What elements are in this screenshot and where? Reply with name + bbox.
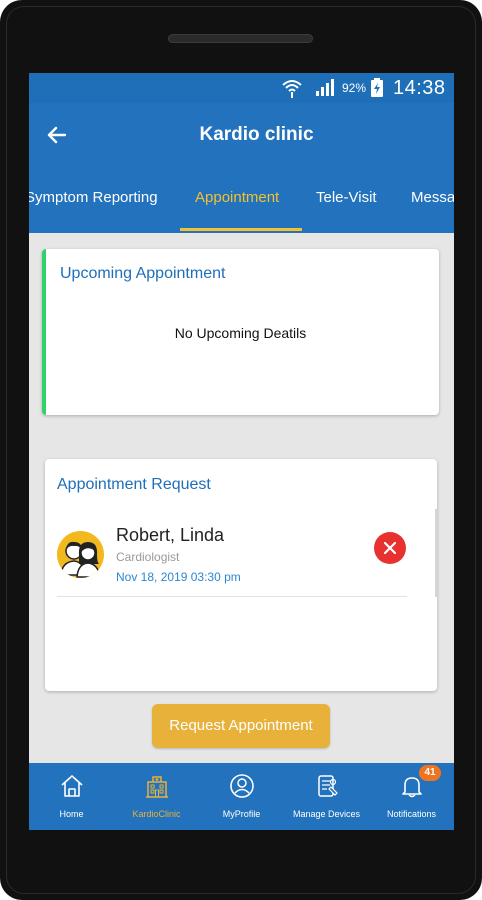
tab-messages[interactable]: Messa — [411, 189, 454, 206]
nav-kardioclinic[interactable]: KardioClinic — [114, 763, 199, 830]
tab-appointment[interactable]: Appointment — [195, 189, 279, 206]
battery-percent: 92% — [342, 81, 367, 95]
active-tab-indicator — [180, 228, 302, 231]
row-divider — [57, 596, 407, 597]
tab-tele-visit[interactable]: Tele-Visit — [316, 189, 377, 206]
doctor-name: Robert, Linda — [116, 525, 225, 545]
tab-bar: Symptom Reporting Appointment Tele-Visit… — [29, 167, 454, 233]
nav-notifications-label: Notifications — [386, 809, 437, 819]
app-bar: Kardio clinic — [29, 103, 454, 167]
tab-symptom-reporting[interactable]: Symptom Reporting — [29, 189, 158, 206]
request-title: Appointment Request — [57, 476, 211, 493]
wifi-icon — [282, 80, 302, 98]
status-bar: 92% 14:38 — [29, 73, 454, 103]
nav-myprofile-label: MyProfile — [222, 809, 261, 819]
app-screen: 92% 14:38 Kardio clinic Symptom Reportin… — [29, 73, 454, 830]
bottom-nav: Home KardioClinic MyProfile Manage Devic… — [29, 763, 454, 830]
nav-home-label: Home — [59, 809, 84, 819]
request-appointment-button[interactable]: Request Appointment — [152, 704, 330, 748]
notification-count-badge: 41 — [419, 765, 441, 781]
card-scroll-edge — [435, 509, 437, 597]
close-icon — [383, 541, 397, 555]
doctor-role: Cardiologist — [116, 550, 180, 564]
nav-myprofile[interactable]: MyProfile — [199, 763, 284, 830]
upcoming-appointment-card: Upcoming Appointment No Upcoming Deatils — [42, 249, 439, 415]
profile-icon — [230, 774, 254, 798]
devices-icon — [318, 775, 338, 797]
battery-icon — [371, 78, 383, 97]
avatar — [57, 531, 104, 578]
cancel-request-button[interactable] — [374, 532, 406, 564]
clock: 14:38 — [393, 77, 446, 99]
phone-frame: 92% 14:38 Kardio clinic Symptom Reportin… — [0, 0, 482, 900]
doctors-avatar-icon — [60, 541, 101, 578]
clinic-icon — [146, 776, 168, 798]
home-icon — [61, 775, 83, 797]
nav-kardioclinic-label: KardioClinic — [132, 809, 181, 819]
nav-manage-devices[interactable]: Manage Devices — [284, 763, 369, 830]
nav-notifications[interactable]: Notifications — [369, 763, 454, 830]
page-title: Kardio clinic — [199, 124, 314, 145]
appointment-request-card: Appointment Request Robert, Linda Cardio… — [45, 459, 437, 691]
no-upcoming-message: No Upcoming Deatils — [174, 325, 307, 341]
nav-home[interactable]: Home — [29, 763, 114, 830]
upcoming-title: Upcoming Appointment — [60, 265, 226, 282]
signal-icon — [316, 79, 334, 96]
appointment-datetime: Nov 18, 2019 03:30 pm — [116, 570, 241, 584]
nav-manage-devices-label: Manage Devices — [292, 809, 361, 819]
phone-speaker — [168, 34, 313, 43]
